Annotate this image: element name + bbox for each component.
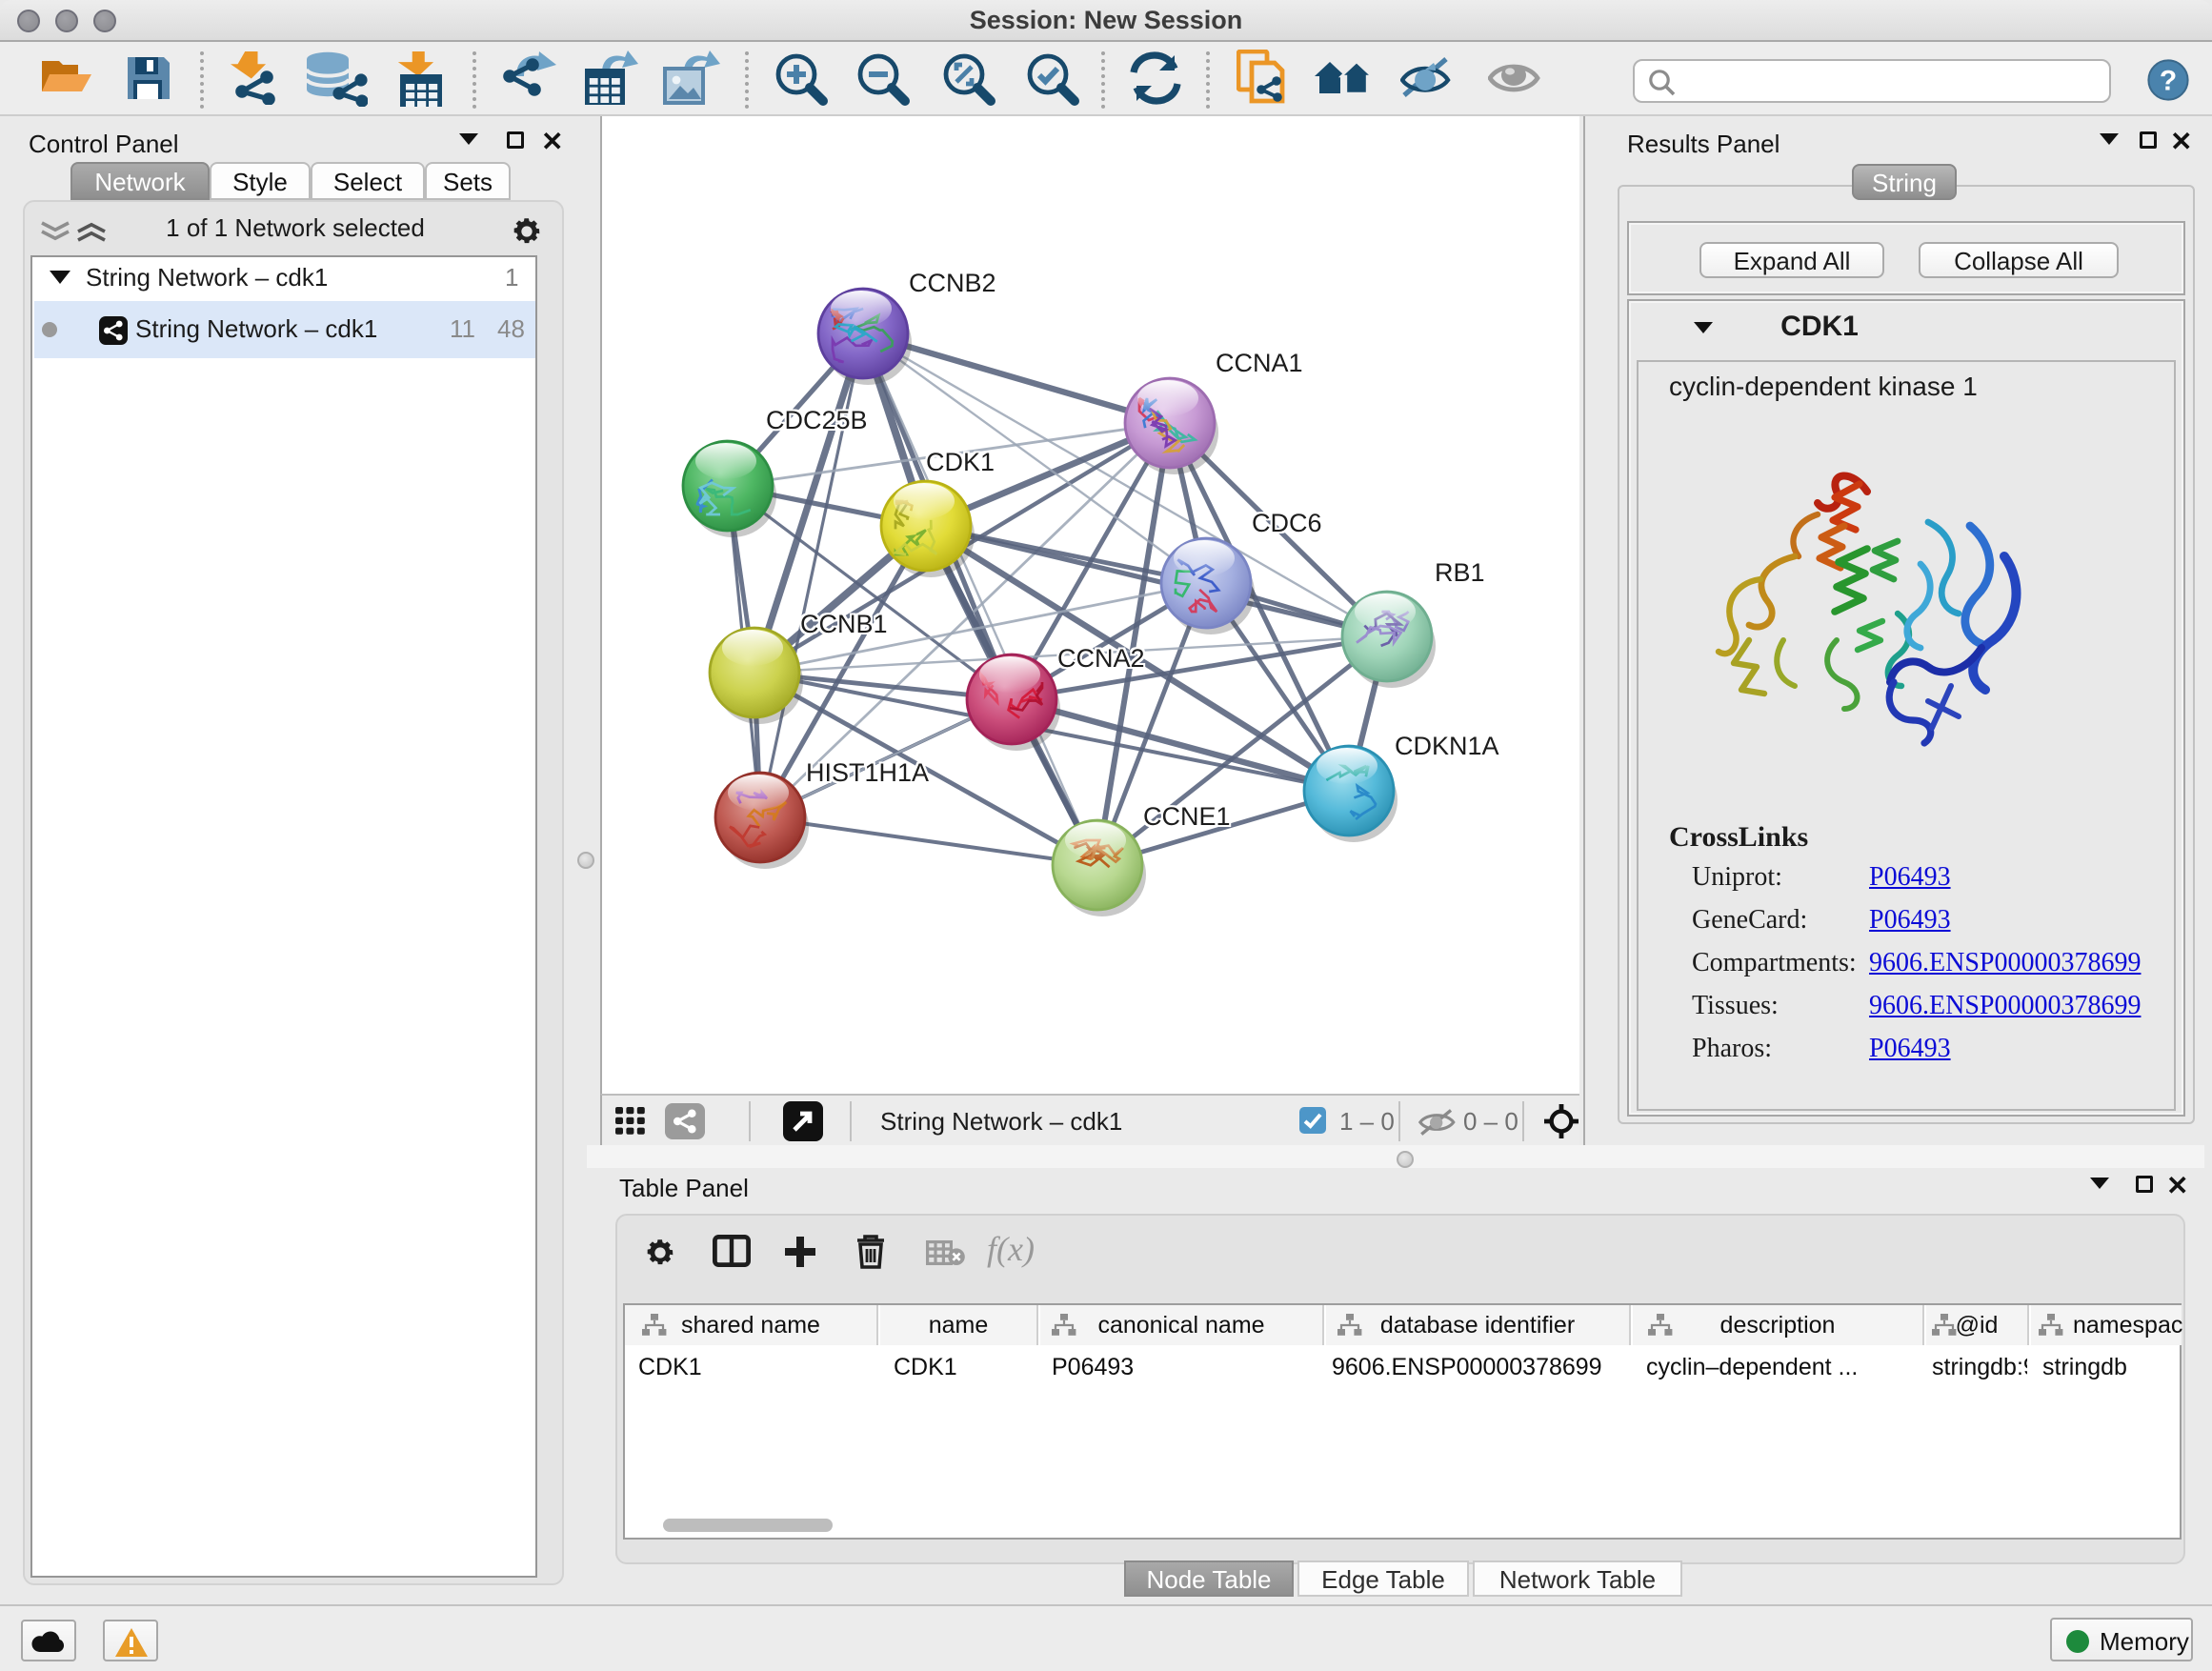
svg-text:?: ? xyxy=(2160,65,2177,96)
